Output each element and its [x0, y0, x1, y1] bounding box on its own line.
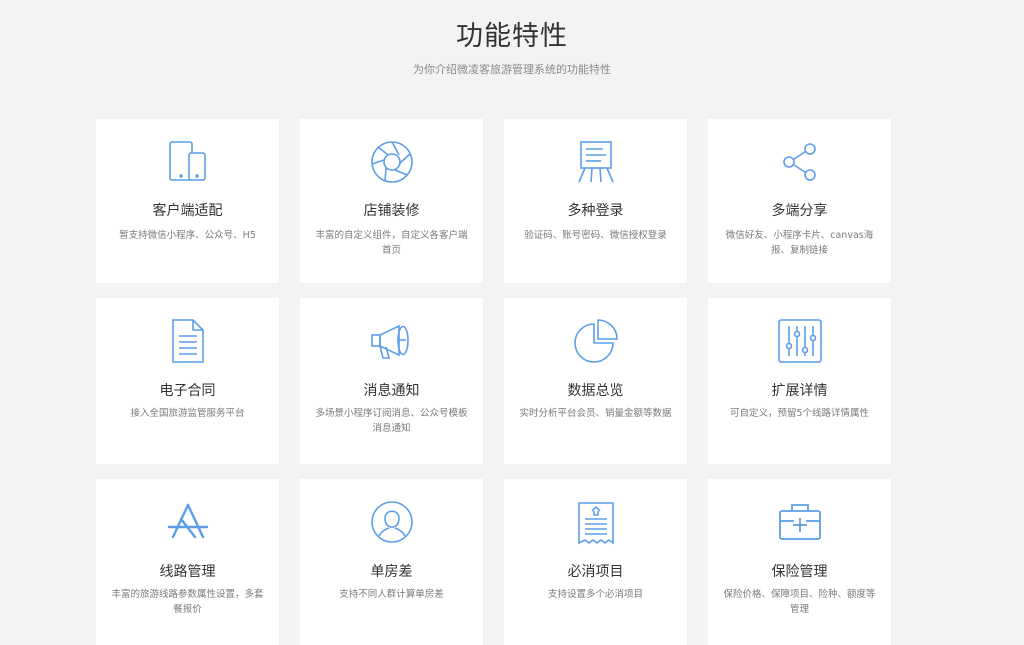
feature-card-multi-login[interactable]: 多种登录 验证码、账号密码、微信授权登录	[504, 119, 687, 283]
feature-card-insurance[interactable]: 保险管理 保险价格、保障项目、险种、额度等管理	[708, 479, 891, 645]
feature-desc: 丰富的旅游线路参数属性设置，多套餐报价	[111, 589, 264, 615]
checklist-document-icon	[573, 499, 619, 545]
feature-desc: 保险价格、保障项目、险种、额度等管理	[723, 589, 876, 615]
megaphone-icon	[369, 318, 415, 364]
feature-card-route-manage[interactable]: 线路管理 丰富的旅游线路参数属性设置，多套餐报价	[96, 479, 279, 645]
feature-card-required-items[interactable]: 必消项目 支持设置多个必消项目	[504, 479, 687, 645]
feature-card-extend-detail[interactable]: 扩展详情 可自定义，预留5个线路详情属性	[708, 298, 891, 464]
feature-desc: 实时分析平台会员、销量金额等数据	[519, 408, 672, 419]
feature-desc: 丰富的自定义组件，自定义各客户端首页	[315, 230, 468, 256]
app-store-icon	[165, 499, 211, 545]
feature-title: 店铺装修	[363, 203, 420, 219]
feature-title: 线路管理	[159, 564, 216, 580]
user-circle-icon	[369, 499, 415, 545]
feature-title: 消息通知	[363, 383, 420, 399]
aperture-icon	[369, 139, 415, 185]
feature-desc: 接入全国旅游监管服务平台	[130, 408, 245, 419]
feature-desc: 可自定义，预留5个线路详情属性	[729, 408, 870, 419]
feature-title: 多端分享	[771, 203, 828, 219]
page-title: 功能特性	[456, 21, 568, 52]
easel-board-icon	[573, 139, 619, 185]
page-subtitle: 为你介绍微凌客旅游管理系统的功能特性	[413, 63, 611, 76]
feature-title: 多种登录	[567, 203, 624, 219]
feature-title: 数据总览	[567, 383, 624, 399]
feature-desc: 支持不同人群计算单房差	[339, 589, 444, 600]
feature-desc: 微信好友、小程序卡片、canvas海报、复制链接	[725, 230, 874, 256]
document-icon	[165, 318, 211, 364]
feature-desc: 支持设置多个必消项目	[547, 589, 643, 600]
feature-card-client-adapt[interactable]: 客户端适配 暂支持微信小程序、公众号、H5	[96, 119, 279, 283]
device-adapt-icon	[165, 139, 211, 185]
feature-title: 扩展详情	[771, 383, 828, 399]
feature-card-e-contract[interactable]: 电子合同 接入全国旅游监管服务平台	[96, 298, 279, 464]
feature-card-shop-decor[interactable]: 店铺装修 丰富的自定义组件，自定义各客户端首页	[300, 119, 483, 283]
feature-title: 电子合同	[159, 383, 216, 399]
feature-title: 客户端适配	[152, 203, 223, 219]
feature-card-data-overview[interactable]: 数据总览 实时分析平台会员、销量金额等数据	[504, 298, 687, 464]
feature-grid: 客户端适配 暂支持微信小程序、公众号、H5 店铺装修 丰富的自定义组件，自定义各…	[96, 119, 891, 645]
feature-title: 单房差	[370, 564, 413, 580]
feature-desc: 验证码、账号密码、微信授权登录	[524, 230, 667, 241]
feature-card-single-room[interactable]: 单房差 支持不同人群计算单房差	[300, 479, 483, 645]
feature-card-multi-share[interactable]: 多端分享 微信好友、小程序卡片、canvas海报、复制链接	[708, 119, 891, 283]
feature-desc: 多场景小程序订阅消息、公众号模板消息通知	[315, 408, 468, 434]
feature-card-notification[interactable]: 消息通知 多场景小程序订阅消息、公众号模板消息通知	[300, 298, 483, 464]
share-icon	[777, 139, 823, 185]
pie-chart-icon	[573, 318, 619, 364]
first-aid-kit-icon	[777, 499, 823, 545]
feature-desc: 暂支持微信小程序、公众号、H5	[119, 230, 256, 241]
feature-title: 保险管理	[771, 564, 828, 580]
sliders-icon	[777, 318, 823, 364]
feature-title: 必消项目	[567, 564, 624, 580]
